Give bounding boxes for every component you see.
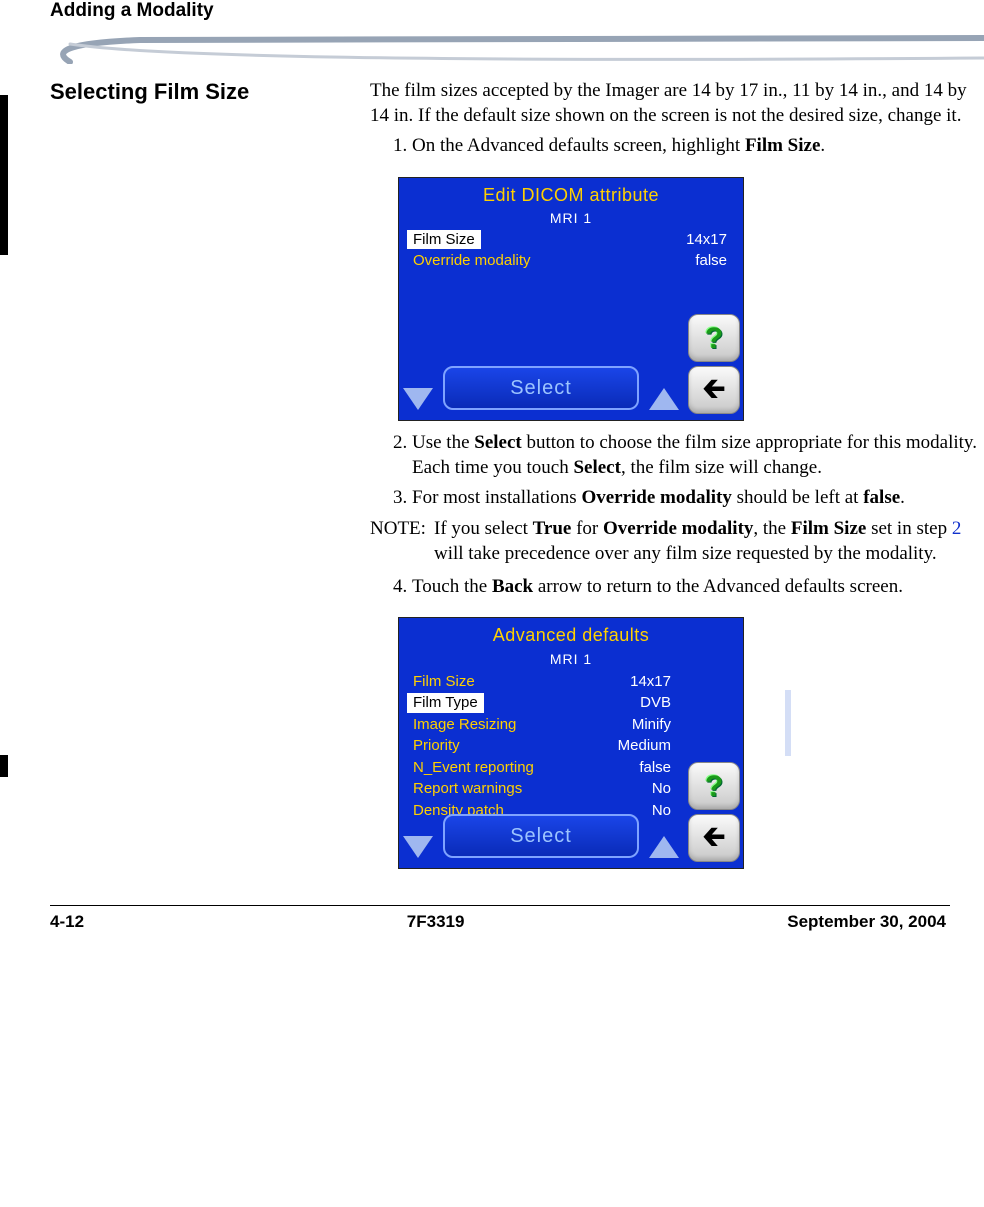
panel1-sub: MRI 1: [405, 209, 737, 227]
back-arrow-icon: 🡰: [703, 376, 726, 404]
panel2-title: Advanced defaults: [405, 624, 737, 647]
panel1-row0-value: 14x17: [686, 230, 727, 250]
panel2-row-film-type[interactable]: Film TypeDVB: [405, 693, 681, 713]
scrollbar[interactable]: [785, 690, 791, 756]
scroll-down-icon[interactable]: [403, 836, 433, 858]
footer: 4-12 7F3319 September 30, 2004: [0, 906, 984, 932]
panel1-row-film-size[interactable]: Film Size 14x17: [405, 230, 737, 250]
question-icon: ?: [705, 767, 723, 806]
panel1-row1-value: false: [695, 251, 727, 271]
step-1: On the Advanced defaults screen, highlig…: [412, 134, 978, 159]
panel1-title: Edit DICOM attribute: [405, 184, 737, 207]
step-4: Touch the Back arrow to return to the Ad…: [412, 575, 978, 600]
section-heading: Selecting Film Size: [50, 79, 370, 105]
scroll-down-icon[interactable]: [403, 388, 433, 410]
footer-page: 4-12: [50, 912, 84, 932]
panel2-row-report-warnings[interactable]: Report warningsNo: [405, 779, 681, 799]
scroll-up-icon[interactable]: [649, 836, 679, 858]
scroll-up-icon[interactable]: [649, 388, 679, 410]
back-button[interactable]: 🡰: [688, 814, 740, 862]
panel1-row0-label: Film Size: [407, 230, 481, 250]
edit-dicom-panel: Edit DICOM attribute MRI 1 Film Size 14x…: [398, 177, 744, 421]
step-3: For most installations Override modality…: [412, 486, 978, 511]
question-icon: ?: [705, 319, 723, 358]
note-label: NOTE:: [370, 517, 434, 566]
step-2: Use the Select button to choose the film…: [412, 431, 978, 480]
panel2-row-film-size[interactable]: Film Size14x17: [405, 672, 681, 692]
header-swoosh: [0, 24, 984, 64]
help-button[interactable]: ?: [688, 314, 740, 362]
select-button[interactable]: Select: [443, 366, 639, 410]
back-arrow-icon: 🡰: [703, 824, 726, 852]
panel2-row-nevent[interactable]: N_Event reportingfalse: [405, 758, 681, 778]
step-ref-link[interactable]: 2: [952, 518, 962, 539]
select-button[interactable]: Select: [443, 814, 639, 858]
footer-date: September 30, 2004: [787, 912, 946, 932]
panel1-row1-label: Override modality: [407, 251, 537, 271]
advanced-defaults-panel: Advanced defaults MRI 1 Film Size14x17 F…: [398, 617, 744, 869]
footer-docid: 7F3319: [407, 912, 465, 932]
panel2-row-priority[interactable]: PriorityMedium: [405, 736, 681, 756]
panel2-row-image-resizing[interactable]: Image ResizingMinify: [405, 715, 681, 735]
help-button[interactable]: ?: [688, 762, 740, 810]
panel1-row-override[interactable]: Override modality false: [405, 251, 737, 271]
page-header: Adding a Modality: [0, 0, 984, 22]
back-button[interactable]: 🡰: [688, 366, 740, 414]
intro-paragraph: The film sizes accepted by the Imager ar…: [370, 79, 978, 128]
panel2-sub: MRI 1: [405, 650, 737, 668]
note: NOTE: If you select True for Override mo…: [370, 517, 978, 566]
